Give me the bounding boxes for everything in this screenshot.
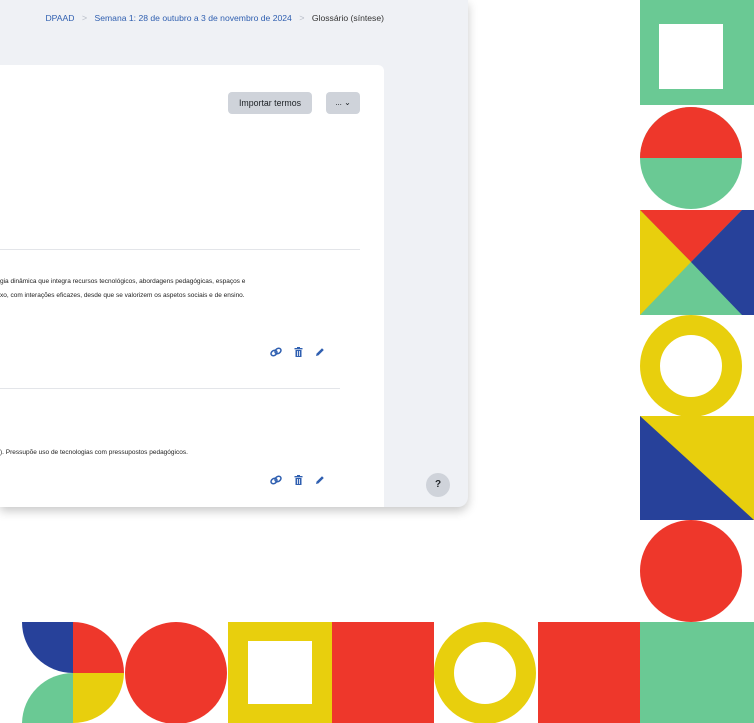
entry-definition: gia dinâmica que integra recursos tecnol… xyxy=(0,278,246,299)
entry-actions xyxy=(270,475,325,485)
breadcrumb-separator-icon: > xyxy=(299,13,305,23)
edit-icon[interactable] xyxy=(315,475,325,485)
link-icon[interactable] xyxy=(270,347,282,357)
help-button[interactable]: ? xyxy=(426,473,450,497)
import-terms-button[interactable]: Importar termos xyxy=(228,92,312,114)
half-circle-top-shape xyxy=(640,107,742,158)
edit-icon[interactable] xyxy=(315,347,325,357)
trash-icon[interactable] xyxy=(294,475,303,485)
entry-definition: ). Pressupõe uso de tecnologias com pres… xyxy=(0,449,188,456)
app-window: DPAAD > Semana 1: 28 de outubro a 3 de n… xyxy=(0,0,468,507)
blue-quarter-shape xyxy=(22,622,73,673)
trash-icon[interactable] xyxy=(294,347,303,357)
red-quarter-shape xyxy=(73,622,124,673)
red-circle-shape xyxy=(640,520,742,622)
white-square-hole xyxy=(248,641,312,704)
yellow-ring-shape xyxy=(434,622,536,723)
white-square-hole xyxy=(659,24,723,89)
breadcrumb: DPAAD > Semana 1: 28 de outubro a 3 de n… xyxy=(45,13,384,23)
entry-actions xyxy=(270,347,325,357)
breadcrumb-section-link[interactable]: Semana 1: 28 de outubro a 3 de novembro … xyxy=(95,13,292,23)
geometric-border-bottom xyxy=(22,622,754,723)
breadcrumb-current: Glossário (síntese) xyxy=(311,13,384,23)
red-square-shape xyxy=(538,622,640,723)
red-square-shape xyxy=(332,622,434,723)
yellow-ring-shape xyxy=(640,315,742,417)
green-square-shape xyxy=(640,622,754,723)
link-icon[interactable] xyxy=(270,475,282,485)
more-actions-dropdown[interactable]: ... ⌄ xyxy=(326,92,360,114)
geometric-border-right xyxy=(640,0,754,622)
breadcrumb-separator-icon: > xyxy=(81,13,88,23)
breadcrumb-course-link[interactable]: DPAAD xyxy=(45,13,74,23)
yellow-quarter-shape xyxy=(73,673,124,723)
divider xyxy=(0,249,360,250)
glossary-card: Importar termos ... ⌄ gia dinâmica que i… xyxy=(0,65,384,507)
green-quarter-shape xyxy=(22,673,73,723)
red-circle-shape xyxy=(125,622,227,723)
divider xyxy=(0,388,340,389)
